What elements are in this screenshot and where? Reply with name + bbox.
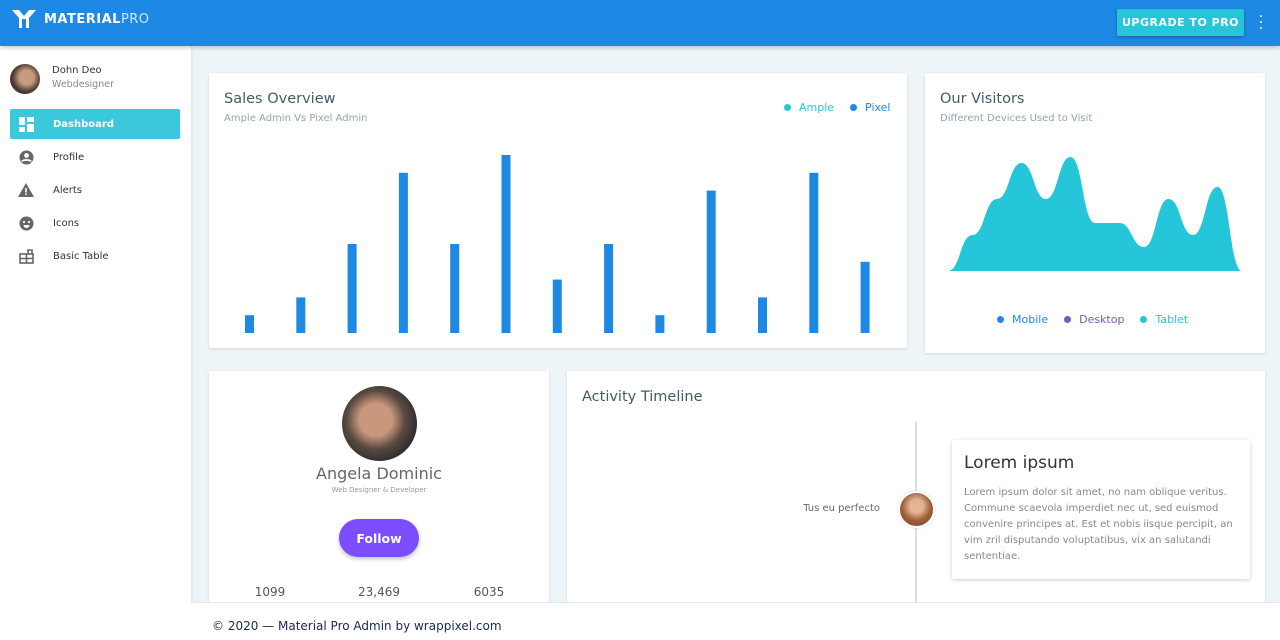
warning-icon <box>18 182 34 198</box>
sidebar-item-label: Basic Table <box>53 250 109 262</box>
card-title: Activity Timeline <box>582 389 703 405</box>
area-series <box>948 157 1242 271</box>
sidebar-item-label: Icons <box>53 217 80 229</box>
stat-value: 23,469 <box>358 585 400 599</box>
sidebar-item-label: Dashboard <box>53 118 114 130</box>
bar <box>552 279 562 333</box>
legend-desktop: Desktop <box>1064 313 1124 326</box>
profile-avatar <box>342 386 417 461</box>
top-bar: MATERIAL PRO UPGRADE TO PRO · · · <box>0 0 1280 46</box>
upgrade-button[interactable]: UPGRADE TO PRO <box>1117 9 1244 36</box>
user-name: Dohn Deo <box>52 65 102 76</box>
sidebar-item-label: Profile <box>53 151 85 163</box>
account-circle-icon <box>18 149 34 165</box>
stat-value: 1099 <box>254 585 286 599</box>
more-vertical-icon[interactable]: · · · <box>1256 10 1266 36</box>
sidebar: Dohn Deo Webdesigner Dashboard Profile Al… <box>0 46 191 640</box>
follow-button[interactable]: Follow <box>339 519 419 557</box>
visitors-card: Our Visitors Different Devices Used to V… <box>925 73 1265 353</box>
activity-timeline-card: Activity Timeline Tus eu perfecto Lorem … <box>567 371 1265 632</box>
profile-role: Web Designer & Developer <box>331 486 427 494</box>
table-icon <box>18 248 34 264</box>
sidebar-user[interactable]: Dohn Deo Webdesigner <box>10 64 114 94</box>
sales-bar-chart <box>245 155 870 333</box>
dashboard-icon <box>18 116 34 132</box>
logo-text: MATERIAL <box>44 11 121 27</box>
legend-tablet: Tablet <box>1140 313 1188 326</box>
footer: © 2020 — Material Pro Admin by wrappixel… <box>191 602 1280 640</box>
bar <box>296 297 306 333</box>
profile-card: Angela Dominic Web Designer & Developer … <box>209 371 549 631</box>
logo-icon <box>12 10 36 28</box>
emoji-icon <box>18 215 34 231</box>
bar <box>758 297 767 333</box>
sidebar-item-label: Alerts <box>53 184 83 196</box>
timeline-label: Tus eu perfecto <box>803 503 880 514</box>
chart-legend: Mobile Desktop Tablet <box>997 313 1188 326</box>
timeline-panel: Lorem ipsum Lorem ipsum dolor sit amet, … <box>952 440 1250 579</box>
bar <box>604 244 614 333</box>
bar <box>245 315 254 333</box>
stat-value: 6035 <box>473 585 505 599</box>
legend-mobile: Mobile <box>997 313 1048 326</box>
sidebar-item-profile[interactable]: Profile <box>10 142 180 172</box>
bar <box>655 315 665 333</box>
timeline-panel-title: Lorem ipsum <box>964 453 1075 473</box>
timeline-avatar <box>898 491 935 528</box>
bar <box>347 244 357 333</box>
sidebar-item-dashboard[interactable]: Dashboard <box>10 109 180 139</box>
profile-name: Angela Dominic <box>316 464 442 483</box>
user-role: Webdesigner <box>52 79 114 90</box>
sidebar-item-icons[interactable]: Icons <box>10 208 180 238</box>
bar <box>860 261 870 333</box>
logo-text-pro: PRO <box>120 11 150 27</box>
bar <box>706 190 716 333</box>
timeline-panel-body: Lorem ipsum dolor sit amet, no nam obliq… <box>964 487 1233 562</box>
bar <box>398 172 408 333</box>
sidebar-item-basic-table[interactable]: Basic Table <box>10 241 180 271</box>
visitors-area-chart <box>948 157 1242 271</box>
sidebar-nav: Dashboard Profile Alerts Icons Basic Tab… <box>10 109 180 274</box>
logo[interactable]: MATERIAL PRO <box>12 10 150 28</box>
avatar <box>10 64 40 94</box>
bar <box>809 172 819 333</box>
sales-overview-card: Sales Overview Ample Admin Vs Pixel Admi… <box>209 73 907 348</box>
bar <box>450 244 460 333</box>
sidebar-item-alerts[interactable]: Alerts <box>10 175 180 205</box>
bar <box>501 155 511 333</box>
